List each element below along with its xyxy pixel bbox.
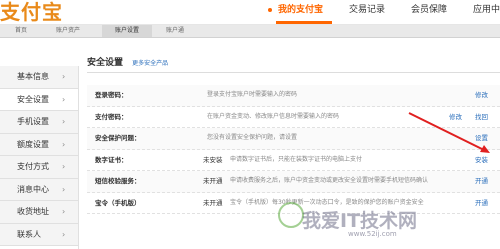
security-list: 登录密码： 登录支付宝账户时需要输入的密码 修改 支付密码： 在账户资金变动、修… [87, 85, 500, 214]
chevron-right-icon: › [62, 94, 66, 104]
chevron-right-icon: › [62, 72, 66, 81]
modify-payment-password-link[interactable]: 修改 [449, 107, 462, 128]
nav-my-alipay[interactable]: 我的支付宝 [268, 2, 323, 18]
row-desc: 在账户资金变动、修改账户信息时需要输入的密码 [207, 112, 340, 120]
nav-transactions[interactable]: 交易记录 [349, 2, 385, 18]
main-content: 安全设置 更多安全产品 登录密码： 登录支付宝账户时需要输入的密码 修改 支付密… [87, 50, 500, 214]
row-payment-password: 支付密码： 在账户资金变动、修改账户信息时需要输入的密码 修改 找回 [87, 107, 500, 128]
chevron-right-icon: › [62, 139, 66, 149]
sidebar-item-label: 联系人 [17, 229, 41, 239]
sub-nav: 首页 账户资产 账户设置 账户通 [0, 25, 500, 38]
sidebar-item-phone[interactable]: 手机设置 › [0, 111, 78, 134]
active-nav-underline [276, 21, 332, 24]
row-label: 安全保护问题： [95, 134, 141, 142]
row-digital-certificate: 数字证书： 未安装 申请数字证书后，只能在装数字证书的电脑上支付 安装 [87, 150, 500, 171]
chevron-right-icon: › [62, 229, 66, 239]
row-sms-verification: 短信校验服务： 未开通 申请收费服务之后，账户中资金变动或更改安全设置时需要手机… [87, 171, 500, 193]
subtab-account-settings[interactable]: 账户设置 [102, 25, 152, 37]
more-security-link[interactable]: 更多安全产品 [132, 60, 168, 67]
nav-member-protection[interactable]: 会员保障 [411, 2, 447, 18]
status-text: 未开通 [203, 198, 223, 207]
row-desc: 申请数字证书后，只能在装数字证书的电脑上支付 [230, 155, 363, 163]
sidebar-item-label: 支付方式 [17, 162, 49, 171]
row-desc: 您没有设置安全保护问题，请设置 [207, 134, 298, 141]
set-security-question-link[interactable]: 设置 [475, 128, 488, 149]
nav-my-alipay-label: 我的支付宝 [278, 5, 324, 15]
row-desc: 登录支付宝账户时需要输入的密码 [207, 91, 298, 98]
sidebar-item-messages[interactable]: 消息中心 › [0, 178, 78, 201]
nav-app-center[interactable]: 应用中心 [473, 2, 500, 18]
subtab-account-assets[interactable]: 账户资产 [48, 25, 88, 37]
sidebar: 基本信息 › 安全设置 › 手机设置 › 额度设置 › 支付方式 › 消息中心 › 收货地址… [0, 66, 78, 246]
sidebar-item-limits[interactable]: 额度设置 › [0, 133, 78, 156]
enable-token-link[interactable]: 开通 [475, 193, 488, 214]
top-bar: 支付宝 我的支付宝 交易记录 会员保障 应用中心 [0, 0, 500, 25]
install-certificate-link[interactable]: 安装 [475, 150, 488, 171]
subtab-account-link[interactable]: 账户通 [158, 25, 192, 37]
sidebar-item-payment[interactable]: 支付方式 › [0, 156, 78, 179]
status-text: 未安装 [203, 155, 223, 164]
watermark-text: 我爱IT技术网 [302, 210, 418, 232]
modify-login-password-link[interactable]: 修改 [475, 85, 488, 106]
sidebar-item-security[interactable]: 安全设置 › [0, 88, 78, 111]
row-label: 支付密码： [95, 112, 128, 121]
row-security-question: 安全保护问题： 您没有设置安全保护问题，请设置 设置 [87, 128, 500, 150]
chevron-right-icon: › [62, 162, 66, 171]
watermark-logo-icon [278, 202, 304, 228]
row-label: 宝令（手机版） [95, 198, 141, 207]
sidebar-item-label: 收货地址 [17, 207, 49, 216]
sidebar-item-label: 手机设置 [17, 117, 49, 126]
row-label: 短信校验服务： [95, 177, 141, 185]
enable-sms-link[interactable]: 开通 [475, 171, 488, 192]
page-title: 安全设置 [87, 58, 124, 68]
sidebar-item-label: 额度设置 [17, 139, 49, 149]
sidebar-divider [78, 66, 79, 249]
row-desc: 申请收费服务之后，账户中资金变动或更改安全设置时需要手机短信码确认 [230, 177, 429, 184]
chevron-right-icon: › [62, 207, 66, 216]
sidebar-item-contacts[interactable]: 联系人 › [0, 223, 78, 246]
chevron-right-icon: › [62, 184, 66, 194]
subtab-home[interactable]: 首页 [10, 25, 32, 37]
sidebar-item-label: 安全设置 [17, 94, 49, 104]
row-login-password: 登录密码： 登录支付宝账户时需要输入的密码 修改 [87, 85, 500, 107]
main-nav: 我的支付宝 交易记录 会员保障 应用中心 [268, 2, 500, 18]
sidebar-item-label: 消息中心 [17, 184, 49, 194]
sidebar-item-basic-info[interactable]: 基本信息 › [0, 66, 78, 89]
alipay-logo[interactable]: 支付宝 [0, 0, 63, 25]
row-label: 数字证书： [95, 155, 128, 164]
chevron-right-icon: › [62, 117, 66, 126]
sidebar-item-address[interactable]: 收货地址 › [0, 201, 78, 224]
active-dot-icon [268, 7, 272, 12]
row-label: 登录密码： [95, 91, 128, 99]
watermark-url: www.52ij.com [348, 230, 397, 238]
sidebar-item-label: 基本信息 [17, 72, 49, 81]
recover-payment-password-link[interactable]: 找回 [475, 107, 488, 128]
status-text: 未开通 [203, 177, 223, 185]
title-row: 安全设置 更多安全产品 [87, 50, 500, 73]
